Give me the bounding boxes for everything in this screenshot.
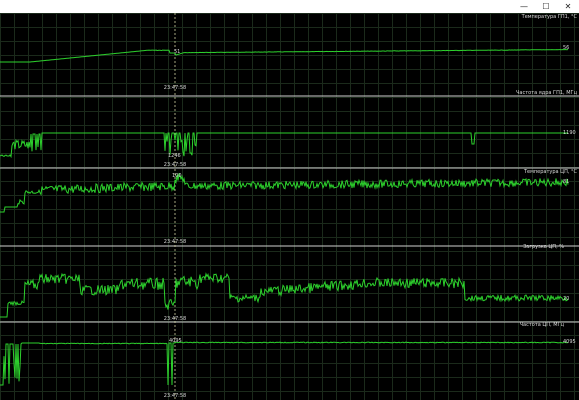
trace-line: [0, 173, 569, 213]
graph-title: Температура ЦП, °C: [523, 169, 578, 175]
cursor-time-label: 23:47:58: [164, 393, 186, 399]
cursor-value-label: 100: [172, 173, 182, 179]
graph-gpu-temperature: Температура ГП1, °C 51 56 23:47:58: [0, 14, 577, 91]
trace-line: [0, 341, 569, 386]
trace-line: [0, 272, 569, 318]
trace-line: [0, 48, 569, 63]
graph-cpu-clock: Частота ЦП, МГц 4095 4095 23:47:58: [0, 322, 576, 399]
current-value-label: 56: [563, 45, 569, 51]
current-value-label: 81: [563, 179, 569, 185]
cursor-time-label: 23:47:58: [164, 239, 186, 245]
graphs-svg: Температура ГП1, °C 51 56 23:47:58 Часто…: [0, 13, 579, 400]
graph-cpu-temperature: Температура ЦП, °C 100 81 23:47:58: [0, 169, 578, 245]
graph-title: Частота ядра ГП1, МГц: [516, 90, 578, 96]
cursor-value-label: 4095: [169, 338, 182, 344]
graph-cpu-load: Загрузка ЦП, % 20 23:47:58: [0, 244, 569, 322]
cursor-value-label: 51: [174, 49, 180, 55]
graph-title: Температура ГП1, °C: [521, 14, 578, 20]
cursor-value-label: 1246: [168, 153, 181, 159]
current-value-label: 4095: [563, 339, 576, 345]
cursor-time-label: 23:47:58: [164, 316, 186, 322]
current-value-label: 20: [563, 296, 569, 302]
cursor-time-label: 23:47:58: [164, 162, 186, 168]
graph-gpu-core-clock: Частота ядра ГП1, МГц 1246 1190 23:47:58: [0, 90, 578, 168]
trace-line: [0, 132, 568, 159]
current-value-label: 1190: [563, 130, 576, 136]
graph-title: Загрузка ЦП, %: [523, 244, 564, 250]
cursor-time-label: 23:47:58: [164, 85, 186, 91]
graph-title: Частота ЦП, МГц: [520, 322, 565, 328]
